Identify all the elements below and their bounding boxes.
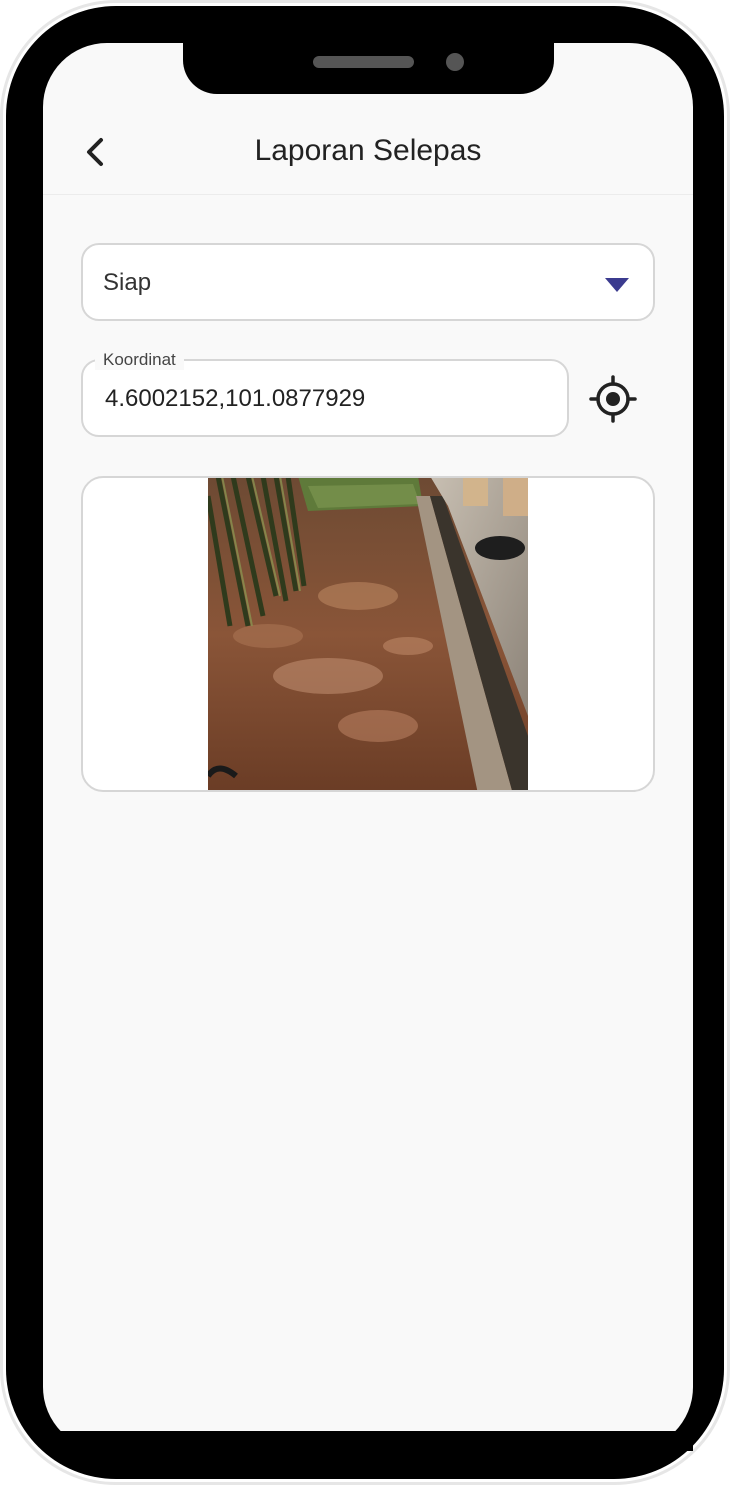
coordinate-label: Koordinat	[95, 350, 184, 370]
photo-thumbnail[interactable]	[208, 476, 528, 792]
app-header: Laporan Selepas	[43, 110, 693, 195]
device-frame: Laporan Selepas Siap Koordinat	[0, 0, 730, 1485]
coordinate-input[interactable]	[105, 385, 545, 413]
dropdown-arrow-icon	[605, 278, 629, 292]
coordinate-field[interactable]	[81, 359, 569, 437]
gps-target-icon	[589, 375, 637, 423]
status-dropdown-value: Siap	[103, 269, 152, 296]
status-dropdown[interactable]: Siap	[81, 243, 655, 321]
front-camera	[446, 53, 464, 71]
page-title: Laporan Selepas	[254, 134, 482, 167]
photo-card[interactable]	[81, 476, 655, 792]
device-notch	[183, 43, 554, 94]
locate-button[interactable]	[587, 373, 639, 425]
bottom-bezel	[43, 1431, 693, 1451]
speaker-grille	[313, 56, 414, 68]
app-screen: Laporan Selepas Siap Koordinat	[43, 43, 693, 1451]
